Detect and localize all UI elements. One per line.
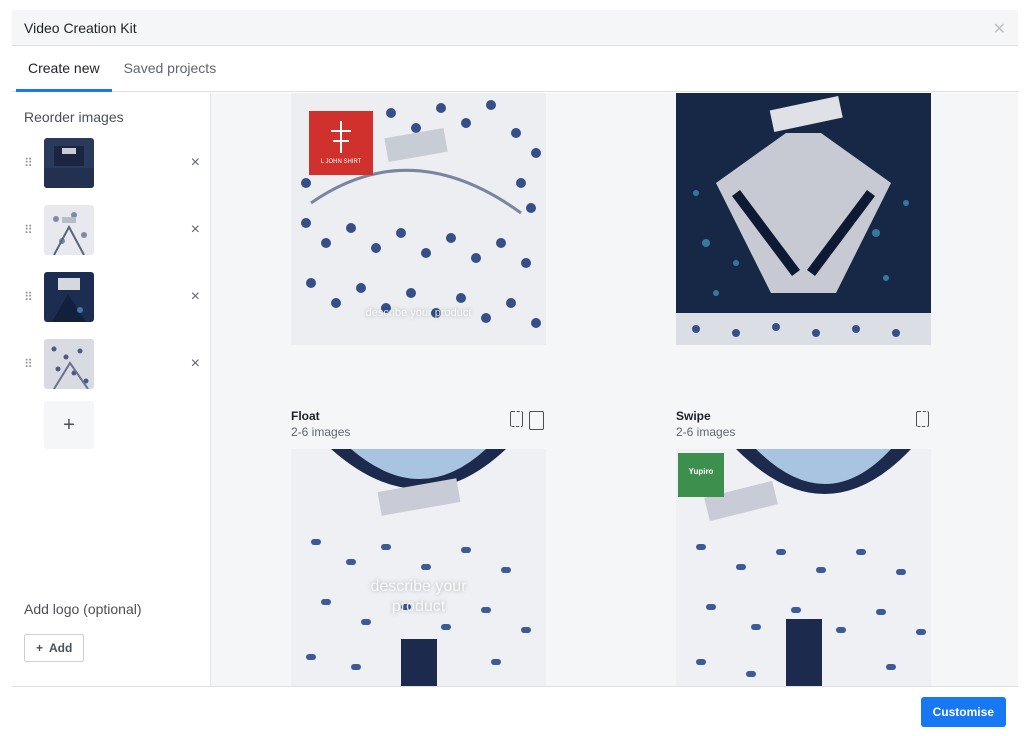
template-header: Swipe 2-6 images [676,409,931,449]
add-logo-label: Add [49,641,73,655]
drag-handle-icon[interactable]: ⠿ [24,358,36,370]
sidebar: Reorder images ⠿ × ⠿ × ⠿ × ⠿ × + Add log… [12,93,211,686]
template-image-count: 2-6 images [676,425,736,439]
template-preview: L JOHN SHIRT describe your product [291,93,546,345]
overlay-caption: describe your product [365,307,472,319]
template-header: Float 2-6 images [291,409,546,449]
template-preview: describe your product [291,449,546,686]
template-preview [676,93,931,345]
square-format-icon[interactable] [510,411,523,427]
dialog-title: Video Creation Kit [24,19,137,36]
image-thumbnail [44,272,94,322]
template-preview: Yupiro [676,449,931,686]
close-icon[interactable]: ✕ [993,19,1006,39]
drag-handle-icon[interactable]: ⠿ [24,224,36,236]
drag-handle-icon[interactable]: ⠿ [24,157,36,169]
remove-image-icon[interactable]: × [191,355,200,373]
remove-image-icon[interactable]: × [191,221,200,239]
template-tile[interactable]: L JOHN SHIRT describe your product [291,93,546,345]
drag-handle-icon[interactable]: ⠿ [24,291,36,303]
image-row[interactable]: ⠿ × [24,272,200,322]
image-thumbnail [44,339,94,389]
template-name: Swipe [676,409,711,423]
tab-saved-projects[interactable]: Saved projects [112,46,229,91]
add-logo-button[interactable]: + Add [24,634,85,662]
brand-logo-badge: Yupiro [688,467,714,476]
video-creation-kit-dialog: Video Creation Kit ✕ Create new Saved pr… [12,10,1018,736]
square-format-icon[interactable] [916,411,929,427]
format-icons [916,411,929,427]
template-name: Float [291,409,320,423]
dialog-body: Reorder images ⠿ × ⠿ × ⠿ × ⠿ × + Add log… [12,93,1018,686]
image-row[interactable]: ⠿ × [24,339,200,389]
template-tile-float[interactable]: Float 2-6 images describe your product [291,409,546,686]
portrait-format-icon[interactable] [529,411,544,430]
image-row[interactable]: ⠿ × [24,138,200,188]
brand-logo-badge: L JOHN SHIRT [320,159,362,165]
tab-create-new[interactable]: Create new [16,46,112,92]
add-logo-heading: Add logo (optional) [24,601,142,617]
add-image-button[interactable]: + [44,401,94,449]
remove-image-icon[interactable]: × [191,288,200,306]
template-tile-swipe[interactable]: Swipe 2-6 images Yupiro [676,409,931,686]
customise-button[interactable]: Customise [920,697,1006,727]
image-thumbnail [44,205,94,255]
template-gallery: L JOHN SHIRT describe your product Float… [211,93,1018,686]
reorder-images-heading: Reorder images [24,109,124,125]
image-row[interactable]: ⠿ × [24,205,200,255]
format-icons [510,411,544,430]
plus-icon: + [36,641,44,655]
tab-bar: Create new Saved projects [12,46,1018,92]
dialog-footer: Customise [12,686,1018,736]
template-image-count: 2-6 images [291,425,351,439]
image-thumbnail [44,138,94,188]
dialog-titlebar: Video Creation Kit ✕ [12,10,1018,46]
remove-image-icon[interactable]: × [191,154,200,172]
overlay-caption: describe your product [370,578,467,615]
template-tile[interactable] [676,93,931,345]
